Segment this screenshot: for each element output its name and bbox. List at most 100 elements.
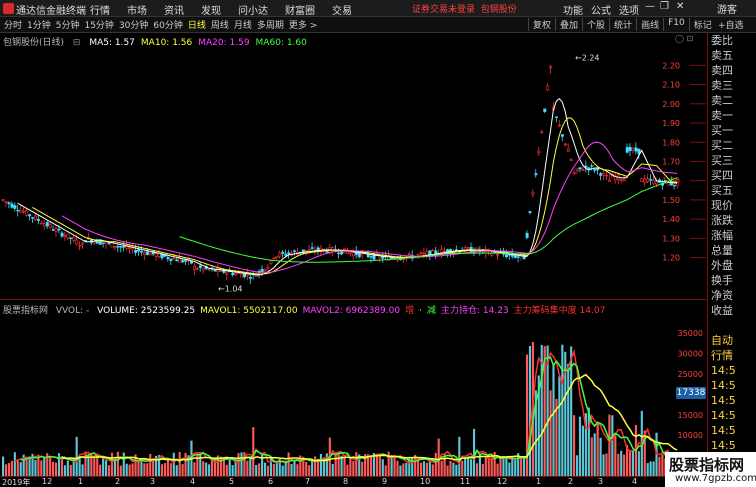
volume-bar (593, 433, 596, 476)
side-panel-row[interactable]: 买五 (708, 183, 756, 198)
side-panel-row[interactable]: 14:5 (708, 423, 756, 438)
volume-bar (461, 460, 464, 476)
volume-bar (263, 462, 267, 476)
period-tab[interactable]: 5分钟 (56, 18, 80, 31)
period-tab[interactable]: 更多 > (289, 18, 317, 31)
window-minimize-icon[interactable]: — (645, 1, 655, 12)
candle-body (104, 241, 108, 244)
candle-body (602, 172, 606, 176)
side-panel-row[interactable]: 行情 (708, 348, 756, 363)
candle-body (643, 178, 647, 183)
price-chart[interactable]: 2.202.102.001.901.801.701.601.501.401.30… (0, 47, 707, 299)
period-tab[interactable]: 15分钟 (84, 18, 113, 31)
menu-item-news[interactable]: 资讯 (164, 2, 184, 17)
volume-bar (193, 462, 196, 476)
volume-chart[interactable]: 3500030000250002000015000100005000 (0, 301, 707, 476)
side-panel-row[interactable]: 买一 (708, 123, 756, 138)
period-tab[interactable]: 日线 (188, 18, 206, 31)
side-panel-row[interactable]: 收益 (708, 303, 756, 318)
period-tab[interactable]: 60分钟 (153, 18, 182, 31)
tool-button[interactable]: 画线 (636, 18, 663, 31)
candle-body (513, 255, 517, 258)
menu-item-quotes[interactable]: 行情 (90, 2, 110, 17)
side-panel-row[interactable]: 卖五 (708, 48, 756, 63)
volume-bar (481, 464, 484, 476)
volume-bar (514, 459, 517, 476)
chart-window-icons[interactable]: ◯ ⊡ (675, 34, 693, 43)
period-tab[interactable]: 1分钟 (27, 18, 51, 31)
side-panel-row[interactable]: 涨跌 (708, 213, 756, 228)
tool-button[interactable]: 统计 (609, 18, 636, 31)
add-watchlist-button[interactable]: +自选 (718, 18, 744, 31)
candle-body (45, 222, 49, 227)
side-panel-row[interactable]: 14:5 (708, 378, 756, 393)
side-panel-row[interactable]: 净资 (708, 288, 756, 303)
volume-bar (355, 452, 358, 476)
period-tab[interactable]: 分时 (4, 18, 22, 31)
side-panel-row[interactable]: 14:5 (708, 438, 756, 453)
menu-item-assistant[interactable]: 问小达 (238, 2, 268, 17)
volume-bar (361, 461, 364, 476)
candle-body (575, 168, 579, 171)
menu-item-wealth[interactable]: 财富圈 (285, 2, 315, 17)
volume-bar (646, 463, 649, 476)
candle-body (154, 253, 158, 257)
candle-body (145, 251, 149, 255)
side-panel-row[interactable]: 换手 (708, 273, 756, 288)
volume-bar (93, 456, 96, 476)
watermark-url: www.7gpzb.com (675, 473, 756, 484)
period-tab[interactable]: 30分钟 (119, 18, 148, 31)
user-label[interactable]: 游客 (717, 1, 737, 16)
side-panel-row[interactable] (708, 318, 756, 333)
menu-item-market[interactable]: 市场 (127, 2, 147, 17)
tool-button[interactable]: F10 (663, 18, 689, 31)
menu-item-formula[interactable]: 公式 (591, 2, 611, 17)
side-panel-row[interactable]: 14:5 (708, 408, 756, 423)
menu-item-options[interactable]: 选项 (619, 2, 639, 17)
chart-tools: 复权 叠加 个股 统计 画线 F10 标记 (528, 18, 716, 31)
login-notice[interactable]: 证券交易未登录 包钢股份 (412, 2, 517, 15)
side-panel-row[interactable]: 卖二 (708, 93, 756, 108)
candle-body (628, 146, 632, 152)
tool-button[interactable]: 复权 (528, 18, 555, 31)
side-panel-row[interactable]: 买二 (708, 138, 756, 153)
candle-body (346, 251, 350, 254)
volume-bar (281, 465, 284, 476)
side-panel-row[interactable]: 自动 (708, 333, 756, 348)
side-panel-row[interactable]: 涨幅 (708, 228, 756, 243)
volume-bar (331, 463, 334, 476)
volume-bar (202, 461, 205, 476)
date-axis-label: 2019年 (2, 478, 31, 487)
side-panel-row[interactable]: 14:5 (708, 393, 756, 408)
tool-button[interactable]: 个股 (582, 18, 609, 31)
volume-bar (578, 416, 582, 476)
side-panel-row[interactable]: 外盘 (708, 258, 756, 273)
volume-bar (66, 460, 69, 476)
volume-bar (231, 465, 234, 476)
side-panel-row[interactable]: 买四 (708, 168, 756, 183)
volume-bar (658, 456, 661, 476)
period-tab[interactable]: 月线 (234, 18, 252, 31)
side-panel-row[interactable]: 卖一 (708, 108, 756, 123)
menu-item-trade[interactable]: 交易 (332, 2, 352, 17)
period-tab[interactable]: 周线 (211, 18, 229, 31)
side-panel-row[interactable]: 卖三 (708, 78, 756, 93)
menu-item-functions[interactable]: 功能 (563, 2, 583, 17)
window-close-icon[interactable]: ✕ (676, 1, 684, 12)
side-panel-row[interactable]: 总量 (708, 243, 756, 258)
volume-bar (620, 450, 623, 476)
tool-button[interactable]: 标记 (688, 18, 716, 31)
menu-item-discover[interactable]: 发现 (201, 2, 221, 17)
side-panel-row[interactable]: 委比 (708, 33, 756, 48)
tool-button[interactable]: 叠加 (555, 18, 582, 31)
candle-body (213, 269, 217, 272)
period-tab[interactable]: 多周期 (257, 18, 284, 31)
volume-bar (552, 364, 555, 476)
volume-bar (78, 456, 81, 476)
window-restore-icon[interactable]: ❐ (660, 1, 669, 12)
side-panel-row[interactable]: 现价 (708, 198, 756, 213)
side-panel-row[interactable]: 卖四 (708, 63, 756, 78)
candle-body (304, 250, 308, 252)
side-panel-row[interactable]: 14:5 (708, 363, 756, 378)
side-panel-row[interactable]: 买三 (708, 153, 756, 168)
